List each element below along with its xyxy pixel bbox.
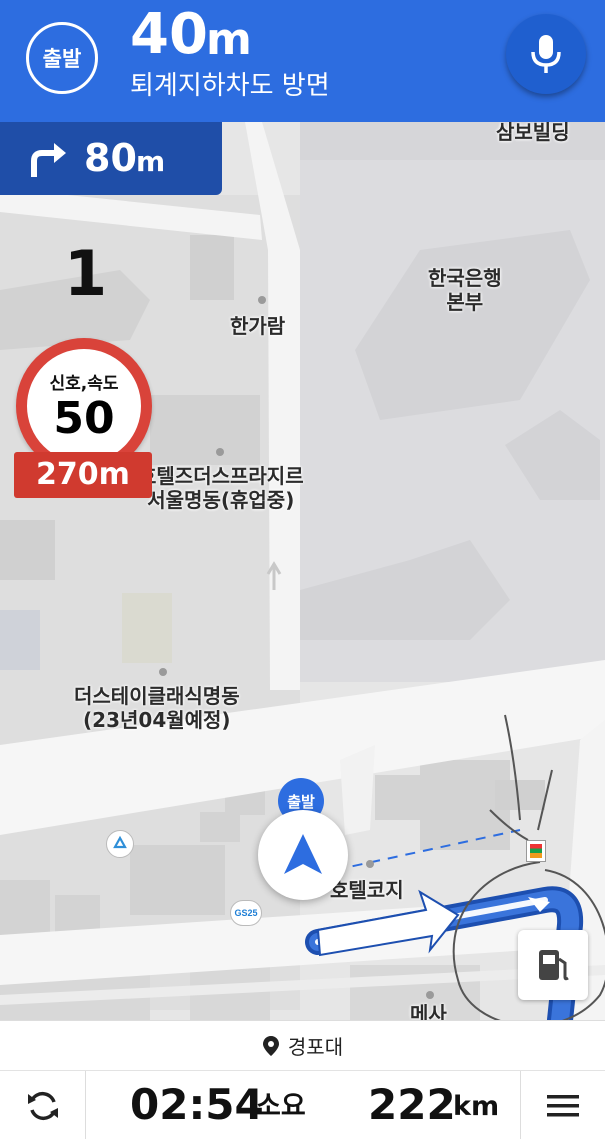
- location-pin-icon: [262, 1035, 279, 1056]
- map-label-hotel-prestige: 호텔즈더스프라지르 서울명동(휴업중): [138, 464, 304, 512]
- convenience-store-icon: [526, 840, 546, 862]
- turn-distance-value: 40: [130, 2, 208, 67]
- map-label-line: 더스테이클래식명동: [74, 684, 240, 708]
- map-label-hotel-cozy: 호텔코지: [330, 878, 404, 902]
- map-label-line: 호텔즈더스프라지르: [138, 464, 304, 488]
- speed-camera-type: 신호,속도: [49, 374, 119, 394]
- next-turn-distance-value: 80: [84, 136, 137, 180]
- turn-right-arrow-icon: [31, 143, 66, 177]
- current-position-marker[interactable]: [258, 810, 348, 900]
- gas-station-button[interactable]: [518, 930, 588, 1000]
- estimated-time-suffix: 소요: [256, 1091, 306, 1122]
- destination-bar[interactable]: 경포대: [0, 1020, 605, 1070]
- next-turn-distance-unit: m: [136, 145, 166, 178]
- speed-limit-value: 50: [53, 393, 115, 444]
- navigation-arrow-icon: [284, 834, 322, 874]
- turn-distance-unit: m: [206, 14, 252, 65]
- speed-camera-distance: 270m: [14, 452, 152, 498]
- guidance-bar: 출발 40 m 퇴계지하차도 방면: [0, 0, 605, 122]
- trip-summary-bar: 02:54 소요 222 km: [0, 1070, 605, 1139]
- voice-search-button[interactable]: [506, 14, 586, 94]
- refresh-icon: [27, 1091, 58, 1120]
- map-label-line: 본부: [446, 290, 484, 314]
- estimated-time-value: 02:54: [130, 1080, 264, 1129]
- lane-number: 1: [64, 237, 108, 310]
- gas-station-icon: [539, 950, 569, 981]
- map-label-hangaram: 한가람: [230, 314, 286, 338]
- map-label-line: 한국은행: [428, 266, 502, 290]
- gs25-icon: GS25: [230, 900, 262, 926]
- departure-badge: 출발: [26, 22, 98, 94]
- map-label-bank-of-korea: 한국은행 본부: [428, 266, 502, 314]
- destination-name: 경포대: [287, 1035, 344, 1059]
- next-turn-box: 80 m: [0, 122, 222, 195]
- recycle-icon: [106, 830, 134, 858]
- remaining-distance-value: 222: [368, 1080, 456, 1129]
- reroute-button[interactable]: [0, 1071, 86, 1139]
- map-label-line: (23년04월예정): [83, 708, 231, 732]
- direction-name: 퇴계지하차도 방면: [130, 71, 330, 101]
- microphone-icon: [531, 35, 561, 73]
- map-label-samboh: 삼보빌딩: [496, 120, 570, 144]
- menu-button[interactable]: [520, 1071, 605, 1139]
- map-label-the-stay: 더스테이클래식명동 (23년04월예정): [74, 684, 240, 732]
- remaining-distance-unit: km: [453, 1091, 500, 1122]
- map-label-mesa: 메사: [410, 1002, 447, 1020]
- gs25-label: GS25: [234, 908, 258, 918]
- hamburger-menu-icon: [547, 1094, 579, 1116]
- map-label-line: 서울명동(휴업중): [147, 488, 295, 512]
